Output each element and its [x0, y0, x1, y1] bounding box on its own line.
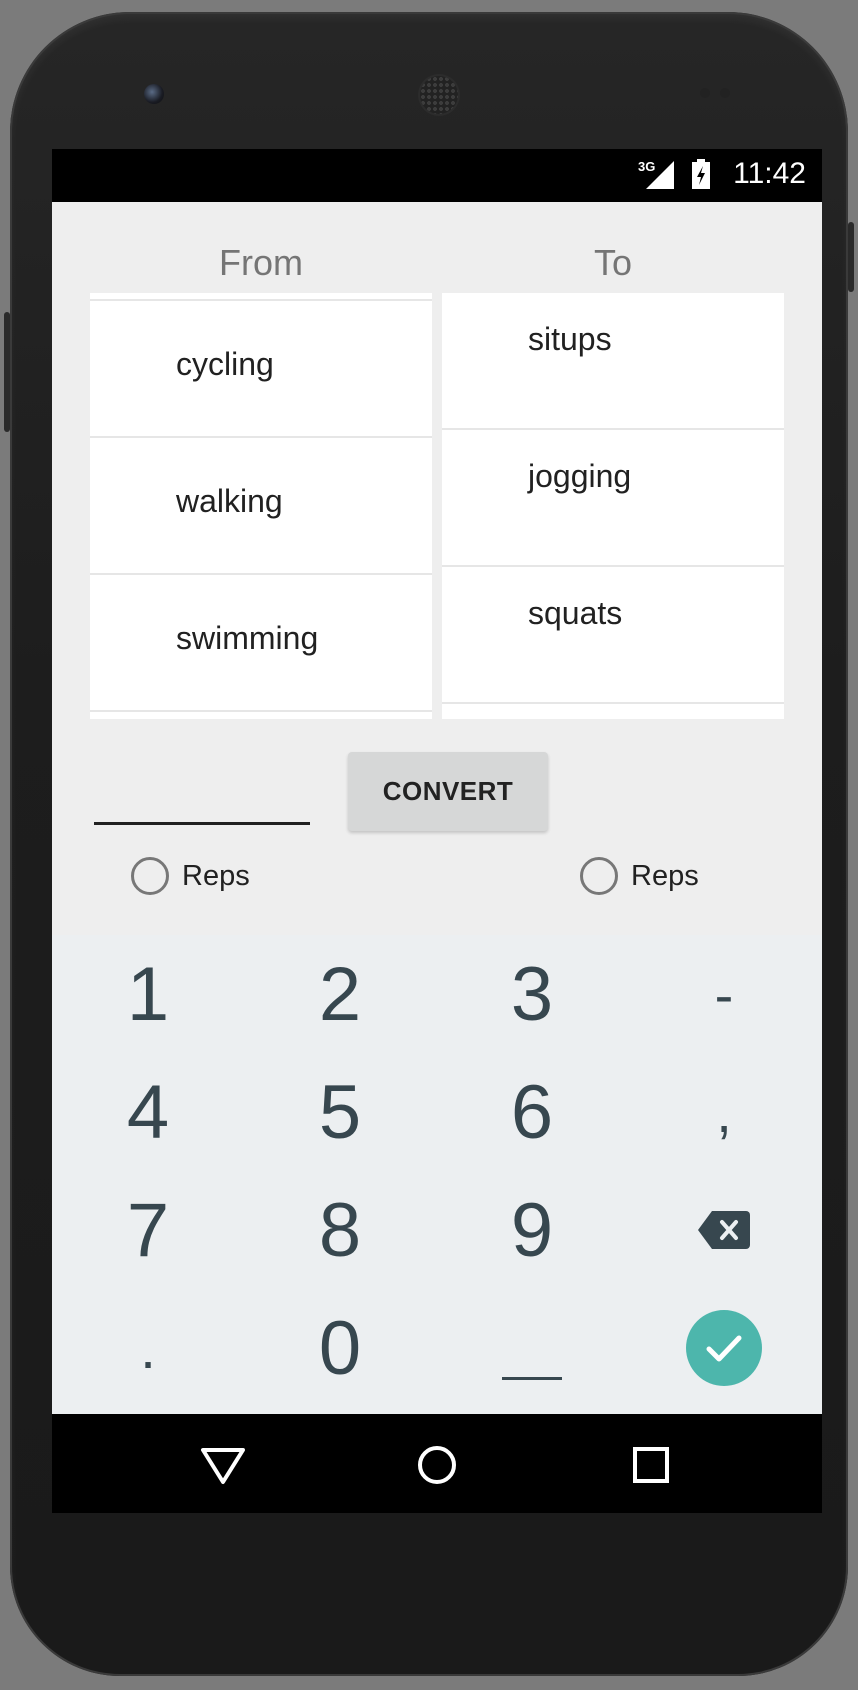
back-icon[interactable] — [200, 1442, 246, 1488]
key-4[interactable]: 4 — [52, 1053, 244, 1171]
key-7[interactable]: 7 — [52, 1171, 244, 1289]
key-1[interactable]: 1 — [52, 935, 244, 1053]
key-minus[interactable]: - — [628, 935, 820, 1053]
backspace-icon — [698, 1211, 750, 1249]
list-item-label: squats — [528, 595, 623, 631]
key-9[interactable]: 9 — [436, 1171, 628, 1289]
to-list-item[interactable]: situps — [442, 293, 784, 430]
from-list[interactable]: cycling walking swimming — [90, 293, 432, 719]
status-time: 11:42 — [733, 157, 806, 190]
device-frame: 3G 11:42 From To cycling walking swimmin… — [4, 12, 854, 1676]
to-list-item[interactable]: squats — [442, 567, 784, 704]
space-icon — [502, 1376, 562, 1380]
recents-icon[interactable] — [628, 1442, 674, 1488]
list-divider — [90, 293, 432, 301]
from-unit-radio[interactable]: Reps — [131, 857, 250, 895]
to-unit-label: Reps — [631, 859, 699, 892]
from-list-item[interactable]: cycling — [90, 301, 432, 438]
amount-input-underline — [94, 822, 310, 825]
numeric-keyboard: 1 2 3 - 4 5 6 , 7 8 9 . 0 — [52, 935, 822, 1414]
key-5[interactable]: 5 — [244, 1053, 436, 1171]
from-header: From — [219, 242, 303, 283]
list-item-label: cycling — [176, 346, 274, 382]
checkmark-icon — [686, 1310, 762, 1386]
key-comma[interactable]: , — [628, 1053, 820, 1171]
light-sensor — [720, 88, 730, 98]
proximity-sensor — [700, 88, 710, 98]
space-key[interactable] — [436, 1289, 628, 1407]
home-icon[interactable] — [414, 1442, 460, 1488]
key-3[interactable]: 3 — [436, 935, 628, 1053]
battery-charging-icon — [692, 159, 710, 189]
screen: 3G 11:42 From To cycling walking swimmin… — [52, 149, 822, 1513]
to-list-item[interactable]: jogging — [442, 430, 784, 567]
list-item-label: situps — [528, 321, 612, 357]
signal-icon — [646, 161, 674, 189]
done-key[interactable] — [628, 1289, 820, 1407]
navigation-bar — [52, 1414, 822, 1513]
earpiece-speaker — [420, 76, 458, 114]
from-unit-label: Reps — [182, 859, 250, 892]
list-item-label: swimming — [176, 620, 319, 656]
to-header: To — [593, 242, 633, 283]
radio-circle-icon[interactable] — [131, 857, 169, 895]
list-item-label: walking — [176, 483, 283, 519]
key-8[interactable]: 8 — [244, 1171, 436, 1289]
volume-button — [4, 312, 10, 432]
key-2[interactable]: 2 — [244, 935, 436, 1053]
convert-button[interactable]: CONVERT — [348, 752, 548, 831]
key-period[interactable]: . — [52, 1289, 244, 1407]
to-list[interactable]: situps jogging squats — [442, 293, 784, 719]
key-6[interactable]: 6 — [436, 1053, 628, 1171]
front-camera — [144, 84, 164, 104]
power-button — [848, 222, 854, 292]
amount-input[interactable] — [94, 761, 310, 819]
list-item-label: jogging — [528, 458, 632, 494]
from-list-item[interactable]: swimming — [90, 575, 432, 712]
key-0[interactable]: 0 — [244, 1289, 436, 1407]
status-bar: 3G 11:42 — [52, 149, 822, 202]
backspace-key[interactable] — [628, 1171, 820, 1289]
to-unit-radio[interactable]: Reps — [580, 857, 699, 895]
radio-circle-icon[interactable] — [580, 857, 618, 895]
from-list-item[interactable]: walking — [90, 438, 432, 575]
